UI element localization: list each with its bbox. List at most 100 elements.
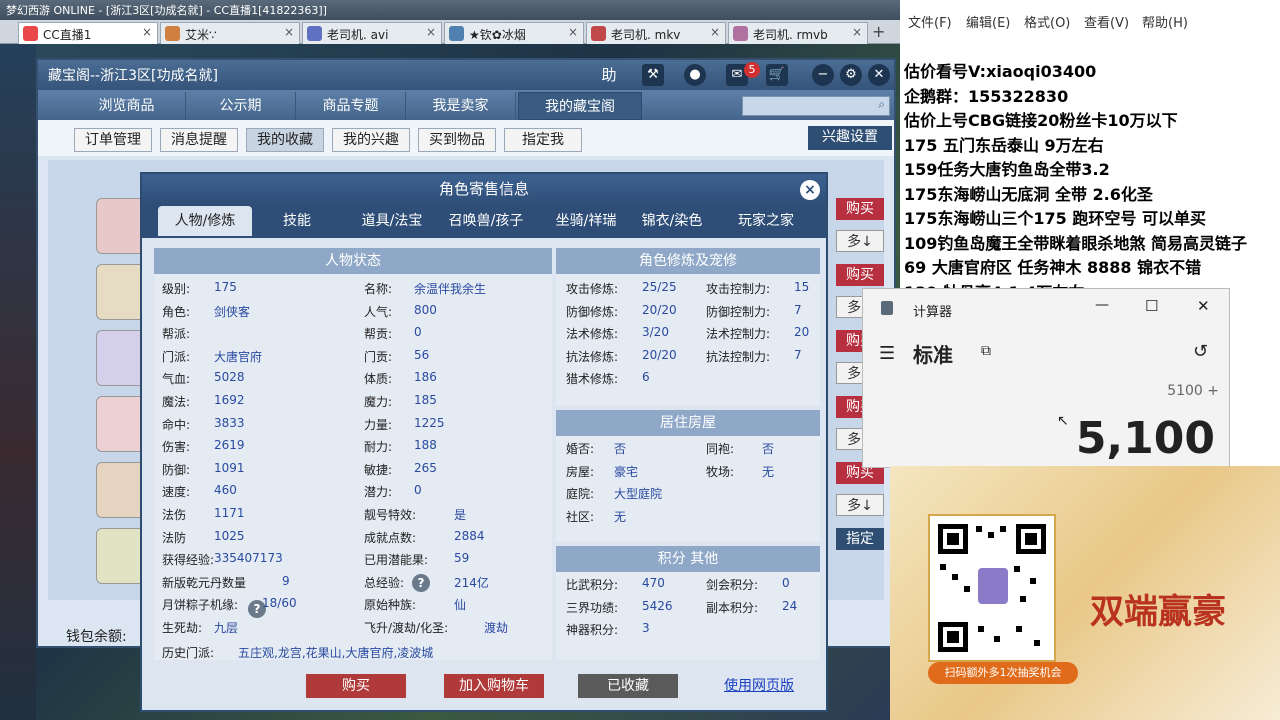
stat-value: 大唐官府 bbox=[214, 349, 263, 364]
stat-label: 社区: bbox=[566, 509, 595, 524]
tab-topics[interactable]: 商品专题 bbox=[296, 92, 406, 120]
add-cart-button[interactable]: 加入购物车 bbox=[444, 674, 544, 698]
stat-value: 20/20 bbox=[642, 347, 677, 362]
stat-row: 成就点数: 2884 bbox=[364, 529, 485, 546]
row-buy-button[interactable]: 购买 bbox=[836, 264, 884, 286]
browser-tab-6[interactable]: 老司机. rmvb × bbox=[728, 22, 868, 44]
window-title: 藏宝阁--浙江3区[功成名就] bbox=[48, 68, 218, 84]
close-icon[interactable]: × bbox=[142, 25, 152, 39]
calculator-display: 5,100 bbox=[1075, 413, 1215, 464]
stat-value: 460 bbox=[214, 483, 237, 498]
tab-pets[interactable]: 召唤兽/孩子 bbox=[440, 206, 532, 236]
char-status-header: 人物状态 bbox=[154, 248, 552, 274]
browser-tab-2[interactable]: 艾米∵ × bbox=[160, 22, 300, 44]
favorited-button[interactable]: 已收藏 bbox=[578, 674, 678, 698]
stat-label: 牧场: bbox=[706, 464, 735, 479]
stat-label: 剑会积分: bbox=[706, 578, 759, 592]
notepad-line: 159任务大唐钓鱼岛全带3.2 bbox=[904, 160, 1110, 179]
web-version-link[interactable]: 使用网页版 bbox=[714, 674, 804, 698]
tab-label: 老司机. avi bbox=[327, 28, 389, 42]
tab-public[interactable]: 公示期 bbox=[186, 92, 296, 120]
ad-banner[interactable]: 扫码额外多1次抽奖机会 双端赢豪 bbox=[890, 466, 1280, 720]
search-input[interactable]: ⌕ bbox=[742, 96, 890, 116]
hammer-icon[interactable]: ⚒ bbox=[642, 64, 664, 86]
close-icon[interactable]: × bbox=[852, 25, 862, 39]
help-question[interactable]: ? bbox=[412, 574, 430, 592]
menu-edit[interactable]: 编辑(E) bbox=[966, 12, 1010, 31]
stat-label: 体质: bbox=[364, 372, 393, 387]
message-reminder-button[interactable]: 消息提醒 bbox=[160, 128, 238, 152]
tab-mounts[interactable]: 坐骑/祥瑞 bbox=[540, 206, 632, 236]
stat-row: 婚否: 否 bbox=[566, 440, 626, 457]
stat-value: 188 bbox=[414, 438, 437, 453]
browser-tab-3[interactable]: 老司机. avi × bbox=[302, 22, 442, 44]
buy-button[interactable]: 购买 bbox=[306, 674, 406, 698]
history-icon[interactable]: ↺ bbox=[1193, 341, 1208, 362]
stat-label: 魔力: bbox=[364, 395, 393, 409]
designated-button[interactable]: 指定我 bbox=[504, 128, 582, 152]
row-more-button[interactable]: 多↓ bbox=[836, 494, 884, 516]
menu-help[interactable]: 帮助(H) bbox=[1142, 12, 1188, 31]
minimize-button[interactable]: — bbox=[1095, 297, 1109, 313]
browser-tab-4[interactable]: ★钦✿冰烟 × bbox=[444, 22, 584, 44]
tab-home[interactable]: 玩家之家 bbox=[726, 206, 806, 236]
interest-settings-button[interactable]: 兴趣设置 bbox=[808, 126, 892, 150]
record-icon[interactable]: ● bbox=[684, 64, 706, 86]
tab-items[interactable]: 道具/法宝 bbox=[346, 206, 438, 236]
browser-tab-5[interactable]: 老司机. mkv × bbox=[586, 22, 726, 44]
new-tab-button[interactable]: + bbox=[872, 22, 885, 41]
settings-icon[interactable]: ⚙ bbox=[840, 64, 862, 86]
close-icon[interactable]: × bbox=[568, 25, 578, 39]
minimize-icon[interactable]: − bbox=[812, 64, 834, 86]
close-icon[interactable]: × bbox=[426, 25, 436, 39]
points-header: 积分 其他 bbox=[556, 546, 820, 572]
row-more-button[interactable]: 多↓ bbox=[836, 230, 884, 252]
my-interests-button[interactable]: 我的兴趣 bbox=[332, 128, 410, 152]
menu-format[interactable]: 格式(O) bbox=[1024, 12, 1070, 31]
row-designated-button[interactable]: 指定 bbox=[836, 528, 884, 550]
tab-outfits[interactable]: 锦衣/染色 bbox=[636, 206, 708, 236]
search-icon[interactable]: ⌕ bbox=[878, 97, 885, 112]
menu-icon[interactable]: ☰ bbox=[879, 343, 895, 364]
window-title-bar: 梦幻西游 ONLINE - [浙江3区[功成名就] - CC直播1[418223… bbox=[0, 0, 900, 20]
close-icon[interactable]: ✕ bbox=[868, 64, 890, 86]
browser-tab-cc1[interactable]: CC直播1 × bbox=[18, 22, 158, 44]
stat-row: 飞升/渡劫/化圣: 渡劫 bbox=[364, 619, 508, 636]
help-button[interactable]: 助 bbox=[598, 64, 620, 86]
keep-on-top-icon[interactable]: ⧉ bbox=[981, 343, 991, 359]
menu-view[interactable]: 查看(V) bbox=[1084, 12, 1129, 31]
stat-label: 原始种族: bbox=[364, 598, 417, 613]
cart-icon[interactable]: 🛒 bbox=[766, 64, 788, 86]
tab-character[interactable]: 人物/修炼 bbox=[158, 206, 252, 236]
message-badge: 5 bbox=[744, 62, 760, 78]
stat-label: 生死劫: bbox=[162, 621, 203, 635]
tab-skills[interactable]: 技能 bbox=[260, 206, 334, 236]
tab-seller[interactable]: 我是卖家 bbox=[406, 92, 516, 120]
close-icon[interactable]: × bbox=[284, 25, 294, 39]
my-favorites-button[interactable]: 我的收藏 bbox=[246, 128, 324, 152]
row-buy-button[interactable]: 购买 bbox=[836, 198, 884, 220]
menu-file[interactable]: 文件(F) bbox=[908, 12, 952, 31]
close-icon[interactable]: × bbox=[710, 25, 720, 39]
stat-label: 已用潜能果: bbox=[364, 553, 429, 568]
question-icon[interactable]: ? bbox=[412, 574, 430, 592]
maximize-button[interactable]: ☐ bbox=[1145, 297, 1158, 315]
stat-value: 9 bbox=[282, 573, 290, 588]
tab-browse[interactable]: 浏览商品 bbox=[68, 92, 186, 120]
stat-row: 伤害: 2619 bbox=[162, 438, 245, 455]
stat-label: 潜力: bbox=[364, 485, 393, 500]
stat-row: 名称: 余温伴我余生 bbox=[364, 280, 486, 297]
tab-my-cbg[interactable]: 我的藏宝阁 bbox=[518, 92, 642, 120]
close-icon[interactable]: × bbox=[800, 180, 820, 200]
qr-code[interactable] bbox=[928, 514, 1056, 662]
close-button[interactable]: ✕ bbox=[1197, 297, 1210, 315]
stat-label: 气血: bbox=[162, 372, 191, 387]
stat-label: 同袍: bbox=[706, 442, 735, 456]
notepad-menu: 文件(F) 编辑(E) 格式(O) 查看(V) 帮助(H) bbox=[900, 0, 1280, 40]
stat-value: 20/20 bbox=[642, 302, 677, 317]
stat-row: 抗法控制力: 7 bbox=[706, 348, 802, 365]
tab-label: 老司机. mkv bbox=[611, 28, 681, 42]
bought-items-button[interactable]: 买到物品 bbox=[418, 128, 496, 152]
order-management-button[interactable]: 订单管理 bbox=[74, 128, 152, 152]
stat-value: 无 bbox=[614, 509, 627, 524]
